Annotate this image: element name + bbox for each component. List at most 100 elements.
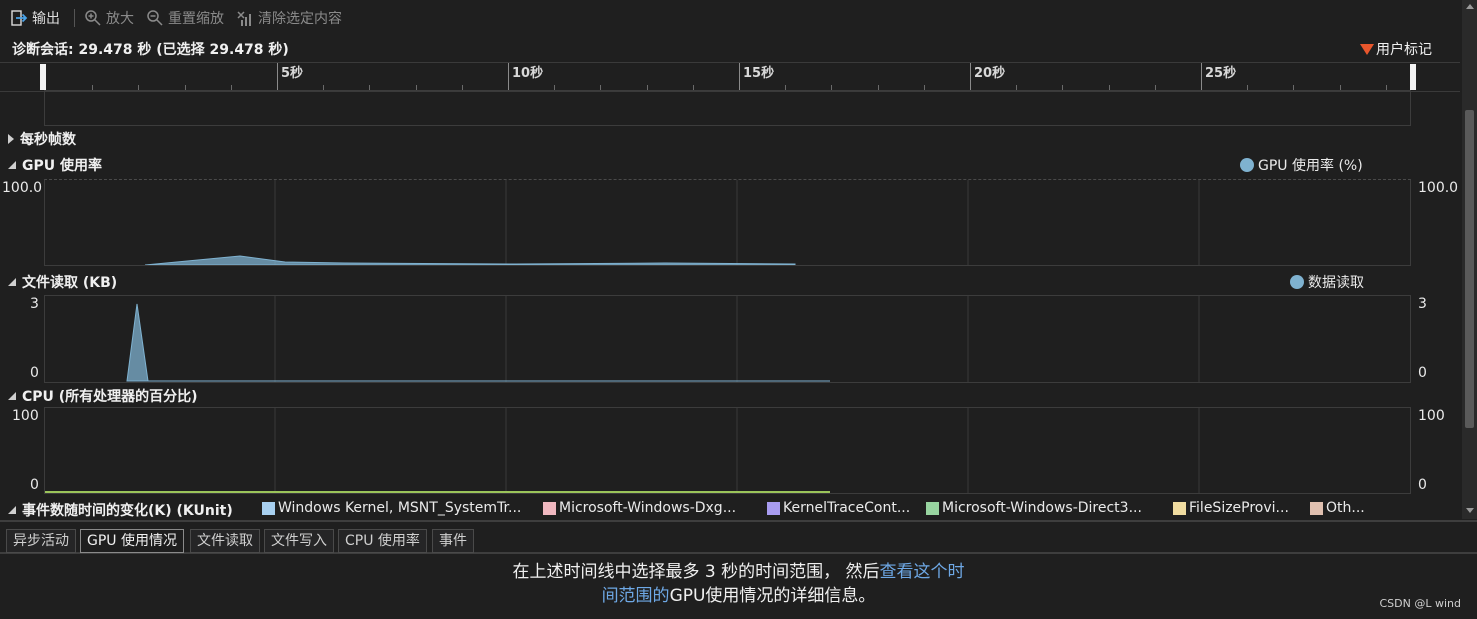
instruction-text: 在上述时间线中选择最多 3 秒的时间范围， 然后	[512, 562, 880, 582]
events-legend-label: Microsoft-Windows-Dxg...	[559, 500, 737, 516]
gpu-series-area	[144, 255, 796, 265]
tab-cpu-usage[interactable]: CPU 使用率	[338, 529, 427, 553]
ruler-label-5s: 5秒	[281, 66, 304, 81]
events-legend-item: KernelTraceCont...	[767, 500, 910, 516]
toolbar: 输出 放大 重置缩放 清除选定内容	[0, 0, 1460, 36]
selection-end-handle[interactable]	[1410, 64, 1416, 90]
gpu-chart-svg	[144, 180, 1200, 265]
fps-title: 每秒帧数	[20, 132, 76, 148]
file-read-y-max-right: 3	[1418, 296, 1427, 312]
output-button[interactable]: 输出	[10, 8, 60, 28]
events-legend-swatch	[543, 501, 556, 515]
events-legend-label: KernelTraceCont...	[783, 500, 911, 516]
events-legend-item: Microsoft-Windows-Direct3...	[926, 500, 1142, 516]
gpu-y-max-right: 100.0	[1418, 180, 1459, 196]
selection-start-handle[interactable]	[40, 64, 46, 90]
tab-async-activity[interactable]: 异步活动	[6, 529, 76, 553]
tab-gpu-usage[interactable]: GPU 使用情况	[80, 529, 184, 553]
vertical-scrollbar[interactable]	[1462, 0, 1477, 519]
view-details-link-cont[interactable]: 间范围的	[602, 586, 670, 606]
instruction-line-1: 在上述时间线中选择最多 3 秒的时间范围， 然后查看这个时	[0, 557, 1477, 582]
gpu-chart[interactable]	[44, 179, 1411, 266]
gpu-legend: GPU 使用率 (%)	[1240, 155, 1363, 175]
user-marks-toggle[interactable]: 用户标记	[1360, 39, 1432, 59]
file-read-y-max-left: 3	[30, 296, 39, 312]
events-title: 事件数随时间的变化(K) (KUnit)	[22, 503, 233, 519]
file-read-title: 文件读取 (KB)	[22, 275, 118, 291]
tab-file-write[interactable]: 文件写入	[264, 529, 334, 553]
events-legend-label: Oth...	[1326, 500, 1365, 516]
output-label: 输出	[32, 11, 60, 27]
collapse-caret-icon	[8, 392, 16, 400]
file-read-y-min-right: 0	[1418, 365, 1427, 381]
ruler-label-15s: 15秒	[743, 66, 775, 81]
cpu-y-max-right: 100	[1418, 408, 1445, 424]
gpu-title: GPU 使用率	[22, 158, 102, 174]
file-read-legend-label: 数据读取	[1308, 275, 1364, 291]
cpu-chart[interactable]	[44, 407, 1411, 494]
clear-selection-button[interactable]: 清除选定内容	[236, 8, 342, 28]
events-legend-item: FileSizeProvi...	[1173, 500, 1289, 516]
events-legend-item: Windows Kernel, MSNT_SystemTr...	[262, 500, 521, 516]
scrollbar-thumb[interactable]	[1465, 110, 1474, 428]
session-duration: 诊断会话: 29.478 秒 (已选择 29.478 秒)	[12, 42, 289, 58]
magnifier-plus-icon	[84, 9, 102, 27]
gpu-y-max-left: 100.0	[2, 180, 43, 196]
events-legend-swatch	[262, 501, 275, 515]
file-read-legend: 数据读取	[1290, 272, 1364, 292]
events-legend-label: Windows Kernel, MSNT_SystemTr...	[278, 500, 522, 516]
watermark: CSDN @L wind	[1379, 597, 1462, 610]
cpu-title: CPU (所有处理器的百分比)	[22, 389, 198, 405]
file-read-chart[interactable]	[44, 295, 1411, 383]
events-section-header[interactable]: 事件数随时间的变化(K) (KUnit)	[8, 500, 233, 520]
scroll-down-icon[interactable]	[1466, 508, 1474, 513]
view-details-link[interactable]: 查看这个时	[880, 562, 965, 582]
magnifier-reset-icon	[146, 9, 164, 27]
events-legend-swatch	[1310, 501, 1323, 515]
cpu-chart-svg	[45, 408, 1200, 493]
clear-selection-icon	[236, 9, 254, 27]
ruler-major-tick	[1201, 63, 1202, 91]
events-legend-swatch	[767, 501, 780, 515]
cpu-section-header[interactable]: CPU (所有处理器的百分比)	[8, 386, 198, 406]
reset-zoom-label: 重置缩放	[168, 11, 224, 27]
user-mark-icon	[1360, 43, 1374, 55]
export-icon	[10, 9, 28, 27]
events-legend-item: Microsoft-Windows-Dxg...	[543, 500, 736, 516]
reset-zoom-button[interactable]: 重置缩放	[146, 8, 224, 28]
clear-selection-label: 清除选定内容	[258, 11, 342, 27]
ruler-label-10s: 10秒	[512, 66, 544, 81]
ruler-label-25s: 25秒	[1205, 66, 1237, 81]
toolbar-separator	[74, 9, 75, 27]
timeline-ruler[interactable]: 5秒 10秒 15秒 20秒 25秒	[0, 62, 1460, 92]
cpu-y-min-right: 0	[1418, 477, 1427, 493]
user-marks-label: 用户标记	[1376, 42, 1432, 58]
events-legend-label: FileSizeProvi...	[1189, 500, 1289, 516]
gpu-legend-label: GPU 使用率 (%)	[1258, 158, 1363, 174]
collapse-caret-icon	[8, 506, 16, 514]
file-read-legend-swatch	[1290, 275, 1304, 289]
file-read-section-header[interactable]: 文件读取 (KB)	[8, 272, 117, 292]
ruler-major-tick	[277, 63, 278, 91]
gpu-legend-swatch	[1240, 158, 1254, 172]
ruler-major-tick	[970, 63, 971, 91]
gpu-section-header[interactable]: GPU 使用率	[8, 155, 102, 175]
selection-strip[interactable]	[44, 90, 1411, 126]
tab-events[interactable]: 事件	[432, 529, 474, 553]
ruler-major-tick	[508, 63, 509, 91]
ruler-label-20s: 20秒	[974, 66, 1006, 81]
events-legend-item: Oth...	[1310, 500, 1365, 516]
scroll-up-icon[interactable]	[1466, 4, 1474, 9]
events-legend-label: Microsoft-Windows-Direct3...	[942, 500, 1142, 516]
events-legend-swatch	[1173, 501, 1186, 515]
fps-section-header[interactable]: 每秒帧数	[8, 129, 76, 149]
tab-file-read[interactable]: 文件读取	[190, 529, 260, 553]
expand-caret-icon	[8, 134, 14, 144]
instruction-line-2: 间范围的GPU使用情况的详细信息。	[0, 581, 1477, 606]
detail-tabs: 异步活动 GPU 使用情况 文件读取 文件写入 CPU 使用率 事件	[0, 520, 1477, 554]
instruction-text-end: GPU使用情况的详细信息。	[669, 586, 876, 606]
collapse-caret-icon	[8, 278, 16, 286]
file-read-y-min-left: 0	[30, 365, 39, 381]
zoom-in-button[interactable]: 放大	[84, 8, 134, 28]
file-read-chart-svg	[126, 296, 1200, 382]
